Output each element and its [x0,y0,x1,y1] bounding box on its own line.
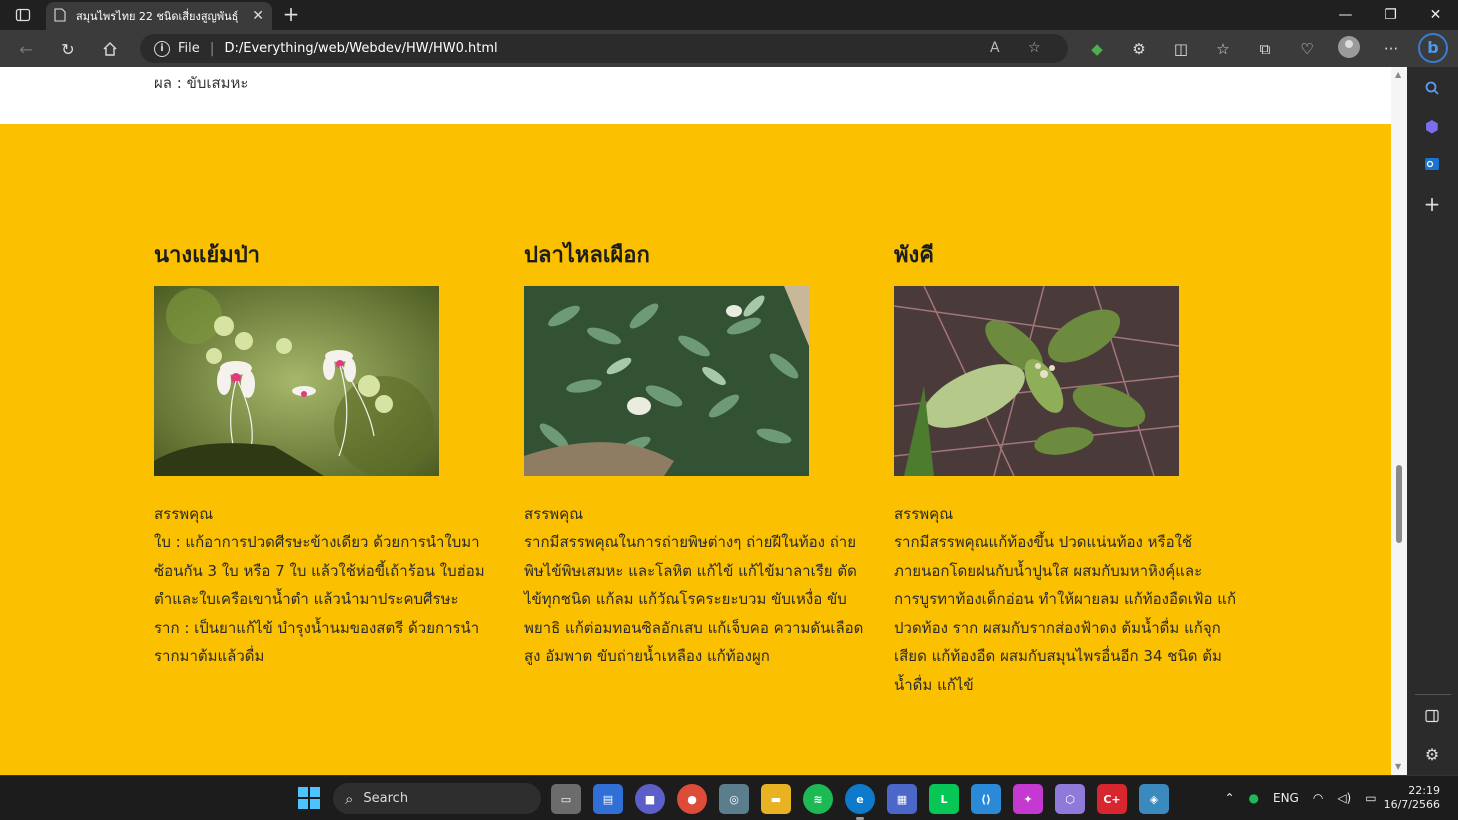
url-separator: | [209,40,215,57]
search-icon: ⌕ [345,789,354,808]
herb-title: ปลาไหลเผือก [524,243,650,268]
read-aloud-icon[interactable]: A [990,40,1000,56]
spotify-icon[interactable]: ≋ [803,784,833,814]
scroll-thumb[interactable] [1396,465,1402,543]
search-label: Search [363,791,409,806]
chrome-icon[interactable]: ● [677,784,707,814]
volume-icon[interactable]: ◁) [1337,791,1351,805]
file-explorer-icon[interactable]: ▬ [761,784,791,814]
copilot-icon[interactable]: b [1418,33,1448,63]
benefits-label: สรรพคุณ [154,505,214,523]
favorites-icon[interactable]: ☆ [1202,40,1244,58]
sidebar-add-icon[interactable]: + [1419,191,1445,217]
close-tab-icon[interactable]: ✕ [252,8,264,24]
chat-icon[interactable]: ■ [635,784,665,814]
back-button[interactable]: ← [13,36,39,62]
extension-icon[interactable]: ◆ [1076,40,1118,58]
home-button[interactable] [97,36,123,62]
split-screen-icon[interactable]: ◫ [1160,40,1202,58]
app-icon[interactable]: ✦ [1013,784,1043,814]
url-scheme: File [178,41,200,56]
app-icon[interactable]: ◎ [719,784,749,814]
benefits-label: สรรพคุณ [524,505,584,523]
herb-image-nangyaem [154,286,439,476]
line-icon[interactable]: L [929,784,959,814]
new-tab-button[interactable]: + [280,4,302,26]
sidebar-search-icon[interactable] [1419,75,1445,101]
herb-image-plalaiphuak [524,286,809,476]
benefits-paragraph: ใบ : แก้อาการปวดศีรษะข้างเดียว ด้วยการนำ… [154,533,485,608]
page-scrollbar[interactable]: ▲ ▼ [1391,67,1407,775]
task-view-icon[interactable]: ▭ [551,784,581,814]
address-bar: ← ↻ i File | D:/Everything/web/Webdev/HW… [0,30,1458,67]
edge-sidebar: ⬢ + ⚙ [1407,67,1458,775]
app-icon[interactable]: ◈ [1139,784,1169,814]
previous-section-text: ผล : ขับเสมหะ [154,74,249,92]
sidebar-outlook-icon[interactable] [1419,151,1445,177]
taskbar-search[interactable]: ⌕ Search [333,783,541,814]
more-menu-icon[interactable]: ··· [1370,40,1412,58]
scroll-up-icon[interactable]: ▲ [1395,70,1401,79]
browser-essentials-icon[interactable]: ♡ [1286,40,1328,58]
benefits-text: ใบ : แก้อาการปวดศีรษะข้างเดียว ด้วยการนำ… [154,528,499,671]
close-window-button[interactable]: ✕ [1413,0,1458,30]
app-icon[interactable]: ⬡ [1055,784,1085,814]
benefits-label: สรรพคุณ [894,505,954,523]
url-text: D:/Everything/web/Webdev/HW/HW0.html [224,41,498,56]
profile-avatar[interactable] [1328,35,1370,62]
wifi-icon[interactable]: ◠ [1313,791,1323,805]
restore-button[interactable]: ❐ [1368,0,1413,30]
tray-spotify-icon[interactable]: ● [1249,791,1259,805]
tab-active[interactable]: สมุนไพรไทย 22 ชนิดเสี่ยงสูญพันธุ์ ✕ [46,2,272,30]
battery-icon[interactable]: ▭ [1365,791,1376,805]
refresh-button[interactable]: ↻ [55,36,81,62]
herb-image-phangkhi [894,286,1179,476]
browser-window: สมุนไพรไทย 22 ชนิดเสี่ยงสูญพันธุ์ ✕ + — … [0,0,1458,820]
collections-icon[interactable]: ⧉ [1244,40,1286,58]
clock[interactable]: 22:19 16/7/2566 [1384,784,1440,812]
window-controls: — ❐ ✕ [1323,0,1458,30]
taskbar: ⌕ Search ▭ ▤ ■ ● ◎ ▬ ≋ e ▦ L ⟨⟩ ✦ ⬡ C+ ◈… [0,775,1458,820]
herb-section: นางแย้มป่า สรรพคุณ ใบ: แก้อาการปวดศีรษะ… [0,124,1391,775]
herb-title: พังคี [894,243,934,268]
page-icon [54,7,66,26]
minimize-button[interactable]: — [1323,0,1368,30]
vscode-icon[interactable]: ⟨⟩ [971,784,1001,814]
sidebar-games-icon[interactable]: ⬢ [1419,113,1445,139]
benefits-paragraph: ราก : เป็นยาแก้ไข้ บำรุงน้ำนมของสตรี ด้ว… [154,618,480,666]
sidebar-settings-icon[interactable]: ⚙ [1419,741,1445,767]
scroll-down-icon[interactable]: ▼ [1395,762,1401,771]
tab-title: สมุนไพรไทย 22 ชนิดเสี่ยงสูญพันธุ์ [76,10,239,23]
devcpp-icon[interactable]: C+ [1097,784,1127,814]
edge-icon[interactable]: e [845,784,875,820]
benefits-text: รากมีสรรพคุณในการถ่ายพิษต่างๆ ถ่ายฝีในท้… [524,528,869,671]
app-icon[interactable]: ▦ [887,784,917,814]
clock-date: 16/7/2566 [1383,798,1440,811]
tray-overflow-icon[interactable]: ⌃ [1224,791,1234,805]
sidebar-hide-icon[interactable] [1419,703,1445,729]
sidebar-divider [1415,694,1451,695]
url-field[interactable]: i File | D:/Everything/web/Webdev/HW/HW0… [140,34,1068,63]
extensions-puzzle-icon[interactable]: ⚙ [1118,40,1160,58]
tab-actions-icon[interactable] [8,4,38,26]
benefits-text: รากมีสรรพคุณแก้ท้องขึ้น ปวดแน่นท้อง หรือ… [894,528,1239,699]
page-viewport: ผล : ขับเสมหะ นางแย้มป่า สรรพคุณ ใบ: แก… [0,67,1391,775]
toolbar: ◆ ⚙ ◫ ☆ ⧉ ♡ ··· [1076,35,1412,62]
favorite-star-icon[interactable]: ☆ [1028,40,1041,56]
tab-bar: สมุนไพรไทย 22 ชนิดเสี่ยงสูญพันธุ์ ✕ + — … [0,0,1458,30]
info-icon[interactable]: i [154,40,170,57]
widgets-icon[interactable]: ▤ [593,784,623,814]
system-tray: ⌃ ● ENG ◠ ◁) ▭ 22:19 16/7/2566 [1217,776,1458,820]
start-button[interactable] [298,787,320,809]
benefits-paragraph: รากมีสรรพคุณแก้ท้องขึ้น ปวดแน่นท้อง หรือ… [894,533,1237,694]
language-indicator[interactable]: ENG [1273,791,1299,805]
benefits-paragraph: รากมีสรรพคุณในการถ่ายพิษต่างๆ ถ่ายฝีในท้… [524,533,864,665]
herb-title: นางแย้มป่า [154,243,261,268]
clock-time: 22:19 [1408,784,1440,797]
